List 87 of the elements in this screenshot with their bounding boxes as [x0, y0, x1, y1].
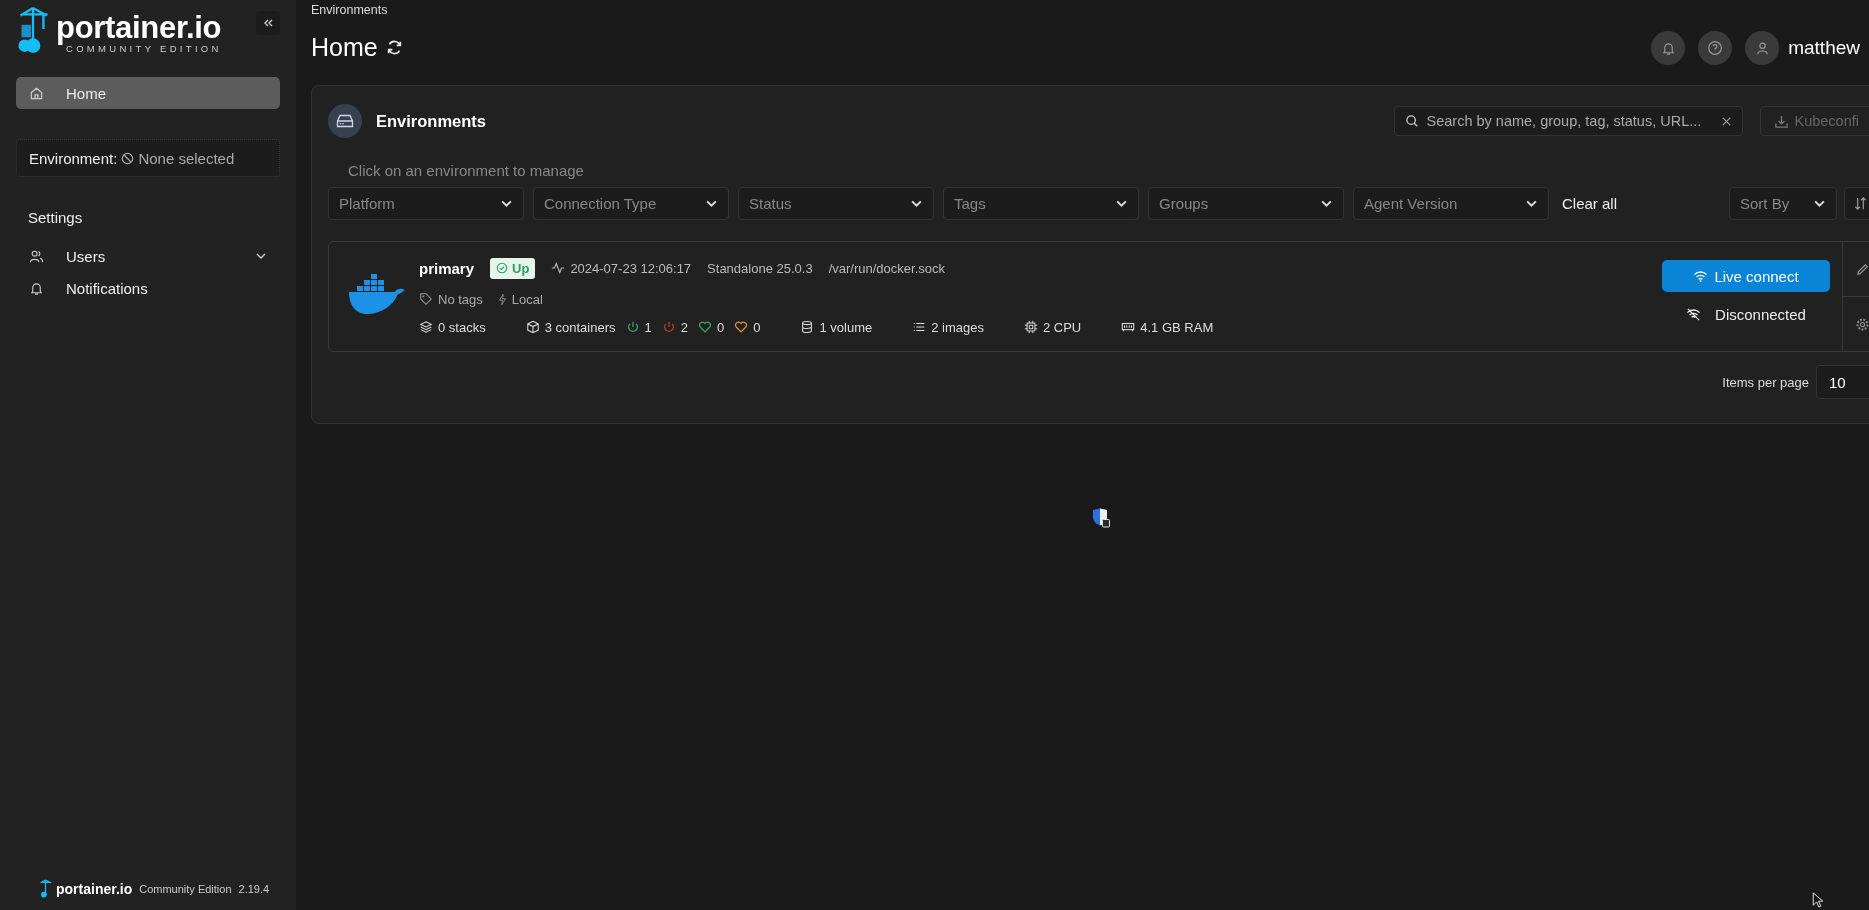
hint-text: Click on an environment to manage: [348, 162, 585, 179]
heartbeat-icon: [551, 261, 566, 275]
username[interactable]: matthew: [1788, 37, 1860, 59]
wifi-icon: [1693, 268, 1709, 284]
stat-value: 1: [644, 319, 652, 335]
server-icon: [328, 104, 362, 138]
live-connect-button[interactable]: Live connect: [1662, 260, 1830, 292]
stat-value: 4.1 GB RAM: [1140, 319, 1214, 335]
environment-type: Standalone 25.0.3: [707, 260, 813, 276]
stat-value: 2 CPU: [1042, 319, 1082, 335]
clear-all-button[interactable]: Clear all: [1562, 195, 1618, 212]
cube-icon: [525, 320, 540, 334]
pencil-icon: [1855, 261, 1869, 277]
heart-icon: [734, 320, 749, 334]
sort-arrows-icon: [1853, 196, 1868, 211]
environment-card[interactable]: primary Up 2024-07-23 12:06:17 Standalone 25.0.3 /var/run/docker.sock No tags Local 0 stacks 3 containers 1 2 0 0 1 volume 2 images 2 CPU 4.1 GB RAM Live connect Disconnected: [328, 241, 1869, 352]
settings-icon: [1855, 316, 1869, 332]
wifi-off-icon: [1686, 307, 1702, 322]
environment-label: Environment:: [29, 149, 118, 167]
stat-value: 2 images: [931, 319, 984, 335]
layers-icon: [419, 320, 433, 334]
power-icon: [661, 320, 676, 334]
list-icon: [912, 320, 927, 334]
status-badge: Up: [490, 257, 536, 279]
sidebar-item[interactable]: Home: [16, 77, 280, 109]
refresh-icon[interactable]: [385, 39, 403, 56]
home-icon: [29, 85, 44, 101]
sort-dropdown[interactable]: Sort By: [1729, 187, 1837, 220]
stat-value: 0: [717, 319, 725, 335]
environment-value: None selected: [138, 149, 235, 167]
cursor-icon: [1812, 892, 1824, 909]
power-icon: [625, 320, 640, 334]
version-label: 2.19.4: [238, 882, 270, 895]
help-icon: [1707, 40, 1724, 56]
stat-value: 2: [680, 319, 688, 335]
stat-value: 0: [753, 319, 761, 335]
sidebar-item[interactable]: Notifications: [16, 272, 280, 304]
double-chevron-icon: [262, 17, 274, 29]
filter-dropdown[interactable]: Status: [738, 187, 934, 220]
bell-icon: [29, 280, 44, 296]
database-icon: [800, 320, 815, 334]
whale-icon: [347, 272, 407, 316]
stat-value: 1 volume: [819, 319, 873, 335]
filter-dropdown[interactable]: Connection Type: [533, 187, 729, 220]
filter-dropdown[interactable]: Agent Version: [1353, 187, 1549, 220]
items-per-page-select[interactable]: 10: [1816, 365, 1869, 399]
breadcrumb-link[interactable]: Environments: [311, 3, 403, 17]
filter-dropdown[interactable]: Groups: [1148, 187, 1344, 220]
environment-name[interactable]: primary: [419, 259, 475, 277]
edition-label: Community Edition: [139, 882, 232, 895]
chip-icon: [1023, 320, 1038, 334]
prohibited-icon: [121, 151, 135, 165]
collapse-sidebar-button[interactable]: [256, 11, 280, 35]
sidebar-item[interactable]: Users: [16, 240, 280, 272]
notifications-button[interactable]: [1651, 31, 1686, 65]
stat-value: 3 containers: [544, 319, 616, 335]
connection-status: Disconnected: [1715, 306, 1806, 323]
items-per-page-label: Items per page: [1722, 374, 1809, 390]
lightning-icon: [497, 292, 507, 306]
logo-icon: [16, 6, 50, 54]
section-title: Settings: [28, 209, 84, 226]
heartbeat-time: 2024-07-23 12:06:17: [570, 260, 692, 276]
brand-name: portainer.io: [56, 880, 133, 897]
stat-value: 0 stacks: [438, 319, 486, 335]
heart-icon: [698, 320, 712, 334]
user-icon: [1754, 40, 1770, 56]
close-icon[interactable]: [1720, 115, 1732, 127]
page-title: Home: [311, 33, 378, 62]
help-button[interactable]: [1698, 31, 1733, 65]
download-icon: [1773, 113, 1789, 129]
users-icon: [29, 248, 44, 264]
brand-edition: COMMUNITY EDITION: [66, 43, 222, 54]
panel-title: Environments: [376, 111, 487, 131]
user-avatar[interactable]: [1745, 31, 1780, 65]
tags-label: No tags: [438, 291, 483, 307]
search-icon: [1404, 114, 1419, 128]
environment-url: /var/run/docker.sock: [828, 260, 945, 276]
brand-name: portainer.io: [56, 12, 222, 43]
memory-icon: [1121, 320, 1136, 334]
tag-icon: [419, 292, 433, 306]
logo-icon: [39, 879, 52, 898]
filter-dropdown[interactable]: Platform: [328, 187, 524, 220]
shield-icon: [1092, 508, 1110, 528]
connection-label: Local: [511, 291, 543, 307]
bell-icon: [1660, 40, 1676, 56]
filter-dropdown[interactable]: Tags: [943, 187, 1139, 220]
search-field[interactable]: Search by name, group, tag, status, URL...: [1393, 106, 1743, 136]
